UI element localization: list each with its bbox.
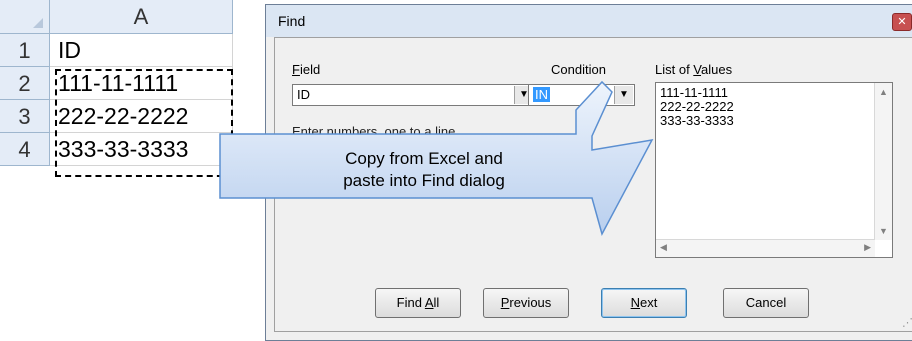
callout-line-1: Copy from Excel and [345,149,503,168]
scroll-up-icon[interactable]: ▲ [879,87,888,97]
resize-grip-icon[interactable]: ⋰ [902,316,912,329]
vertical-scrollbar[interactable]: ▲ ▼ [874,83,892,240]
row-header-3[interactable]: 3 [0,100,50,133]
list-item: 111-11-1111 [660,85,728,100]
list-item: 333-33-3333 [660,113,734,128]
condition-label: Condition [551,62,606,77]
column-header-a[interactable]: A [50,0,233,34]
row-header-1[interactable]: 1 [0,34,50,67]
cell-a1[interactable]: ID [50,34,233,67]
next-button[interactable]: Next [601,288,687,318]
cancel-button[interactable]: Cancel [723,288,809,318]
callout-text: Copy from Excel and paste into Find dial… [218,148,630,192]
field-label: Field [292,62,321,77]
list-of-values-textbox[interactable]: 111-11-1111 222-22-2222 333-33-3333 ▲ ▼ … [655,82,893,258]
callout-line-2: paste into Find dialog [343,171,505,190]
scroll-left-icon[interactable]: ◀ [660,242,667,253]
previous-button[interactable]: Previous [483,288,569,318]
find-all-button[interactable]: Find All [375,288,461,318]
scroll-right-icon[interactable]: ▶ [864,242,871,253]
copy-selection-marquee [55,69,233,177]
dialog-title: Find [266,5,912,37]
list-item: 222-22-2222 [660,99,734,114]
list-of-values-label: List of Values [655,62,733,77]
scroll-down-icon[interactable]: ▼ [879,226,888,236]
select-all-corner[interactable] [0,0,50,34]
row-header-2[interactable]: 2 [0,67,50,100]
horizontal-scrollbar[interactable]: ◀ ▶ [656,239,875,257]
excel-sheet: A 1 ID 2 111-11-1111 3 222-22-2222 4 333… [0,0,240,180]
row-header-4[interactable]: 4 [0,133,50,166]
close-icon[interactable]: ✕ [892,13,912,31]
